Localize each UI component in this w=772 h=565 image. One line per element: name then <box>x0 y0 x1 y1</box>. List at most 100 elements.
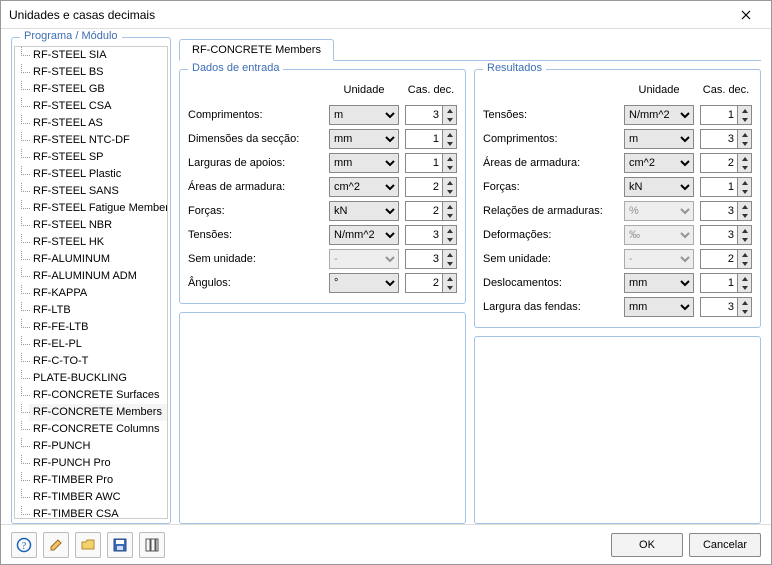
dec-spinner[interactable] <box>700 129 752 149</box>
module-tree-item[interactable]: RF-PUNCH Pro <box>29 455 167 472</box>
module-tree-item[interactable]: RF-STEEL SP <box>29 149 167 166</box>
unit-select[interactable]: N/mm^2 <box>329 225 399 245</box>
spin-down-button[interactable] <box>738 283 751 292</box>
module-tree-item[interactable]: RF-LTB <box>29 302 167 319</box>
module-tree-item[interactable]: PLATE-BUCKLING <box>29 370 167 387</box>
dec-spinner[interactable] <box>405 129 457 149</box>
dec-input[interactable] <box>701 202 737 220</box>
module-tree-item[interactable]: RF-FE-LTB <box>29 319 167 336</box>
cancel-button[interactable]: Cancelar <box>689 533 761 557</box>
module-tree-item[interactable]: RF-CONCRETE Surfaces <box>29 387 167 404</box>
spin-up-button[interactable] <box>443 178 456 187</box>
unit-select[interactable]: mm <box>624 297 694 317</box>
spin-down-button[interactable] <box>443 259 456 268</box>
spin-down-button[interactable] <box>738 139 751 148</box>
dec-spinner[interactable] <box>700 225 752 245</box>
unit-select[interactable]: kN <box>624 177 694 197</box>
dec-input[interactable] <box>701 106 737 124</box>
spin-up-button[interactable] <box>443 226 456 235</box>
dec-input[interactable] <box>701 130 737 148</box>
dec-spinner[interactable] <box>405 105 457 125</box>
unit-select[interactable]: kN <box>329 201 399 221</box>
dec-spinner[interactable] <box>405 177 457 197</box>
dec-input[interactable] <box>701 250 737 268</box>
module-tree-item[interactable]: RF-EL-PL <box>29 336 167 353</box>
dec-input[interactable] <box>406 154 442 172</box>
dec-spinner[interactable] <box>405 249 457 269</box>
unit-select[interactable]: m <box>329 105 399 125</box>
dec-input[interactable] <box>701 154 737 172</box>
module-tree-item[interactable]: RF-STEEL BS <box>29 64 167 81</box>
open-button[interactable] <box>75 532 101 558</box>
module-tree-item[interactable]: RF-STEEL SIA <box>29 47 167 64</box>
spin-down-button[interactable] <box>738 307 751 316</box>
spin-down-button[interactable] <box>738 211 751 220</box>
dec-spinner[interactable] <box>700 249 752 269</box>
spin-up-button[interactable] <box>738 106 751 115</box>
spin-down-button[interactable] <box>738 235 751 244</box>
spin-up-button[interactable] <box>443 274 456 283</box>
dec-input[interactable] <box>406 226 442 244</box>
dec-spinner[interactable] <box>700 201 752 221</box>
module-tree-item[interactable]: RF-PUNCH <box>29 438 167 455</box>
dec-spinner[interactable] <box>405 225 457 245</box>
spin-up-button[interactable] <box>738 202 751 211</box>
dec-input[interactable] <box>406 202 442 220</box>
module-tree-item[interactable]: RF-STEEL SANS <box>29 183 167 200</box>
ok-button[interactable]: OK <box>611 533 683 557</box>
spin-up-button[interactable] <box>738 130 751 139</box>
module-tree-item[interactable]: RF-TIMBER Pro <box>29 472 167 489</box>
dec-input[interactable] <box>701 298 737 316</box>
spin-up-button[interactable] <box>738 274 751 283</box>
module-tree-item[interactable]: RF-CONCRETE Columns <box>29 421 167 438</box>
module-tree-item[interactable]: RF-ALUMINUM <box>29 251 167 268</box>
spin-up-button[interactable] <box>738 250 751 259</box>
unit-select[interactable]: mm <box>624 273 694 293</box>
module-tree-item[interactable]: RF-STEEL Fatigue Members <box>29 200 167 217</box>
dec-spinner[interactable] <box>405 273 457 293</box>
edit-button[interactable] <box>43 532 69 558</box>
module-tree[interactable]: RF-STEEL SIARF-STEEL BSRF-STEEL GBRF-STE… <box>14 46 168 519</box>
dec-spinner[interactable] <box>405 153 457 173</box>
spin-up-button[interactable] <box>738 298 751 307</box>
module-tree-item[interactable]: RF-STEEL CSA <box>29 98 167 115</box>
spin-down-button[interactable] <box>443 235 456 244</box>
unit-select[interactable]: N/mm^2 <box>624 105 694 125</box>
spin-up-button[interactable] <box>738 154 751 163</box>
dec-input[interactable] <box>406 274 442 292</box>
module-tree-item[interactable]: RF-CONCRETE Members <box>29 404 167 421</box>
spin-down-button[interactable] <box>443 115 456 124</box>
close-button[interactable] <box>729 4 763 26</box>
spin-down-button[interactable] <box>443 139 456 148</box>
spin-down-button[interactable] <box>738 115 751 124</box>
columns-button[interactable] <box>139 532 165 558</box>
help-button[interactable]: ? <box>11 532 37 558</box>
module-tree-item[interactable]: RF-ALUMINUM ADM <box>29 268 167 285</box>
spin-down-button[interactable] <box>738 163 751 172</box>
module-tree-item[interactable]: RF-TIMBER AWC <box>29 489 167 506</box>
spin-down-button[interactable] <box>443 163 456 172</box>
spin-down-button[interactable] <box>443 187 456 196</box>
module-tree-item[interactable]: RF-STEEL NBR <box>29 217 167 234</box>
dec-input[interactable] <box>406 250 442 268</box>
module-tree-item[interactable]: RF-KAPPA <box>29 285 167 302</box>
dec-spinner[interactable] <box>700 177 752 197</box>
spin-down-button[interactable] <box>443 283 456 292</box>
unit-select[interactable]: mm <box>329 129 399 149</box>
module-tree-item[interactable]: RF-TIMBER CSA <box>29 506 167 519</box>
tab-rf-concrete-members[interactable]: RF-CONCRETE Members <box>179 39 334 61</box>
spin-down-button[interactable] <box>738 259 751 268</box>
unit-select[interactable]: cm^2 <box>329 177 399 197</box>
spin-up-button[interactable] <box>443 130 456 139</box>
module-tree-item[interactable]: RF-C-TO-T <box>29 353 167 370</box>
module-tree-item[interactable]: RF-STEEL NTC-DF <box>29 132 167 149</box>
dec-spinner[interactable] <box>700 153 752 173</box>
dec-spinner[interactable] <box>405 201 457 221</box>
spin-up-button[interactable] <box>443 202 456 211</box>
module-tree-item[interactable]: RF-STEEL Plastic <box>29 166 167 183</box>
dec-input[interactable] <box>701 274 737 292</box>
spin-up-button[interactable] <box>738 226 751 235</box>
spin-up-button[interactable] <box>443 154 456 163</box>
save-button[interactable] <box>107 532 133 558</box>
dec-input[interactable] <box>406 178 442 196</box>
